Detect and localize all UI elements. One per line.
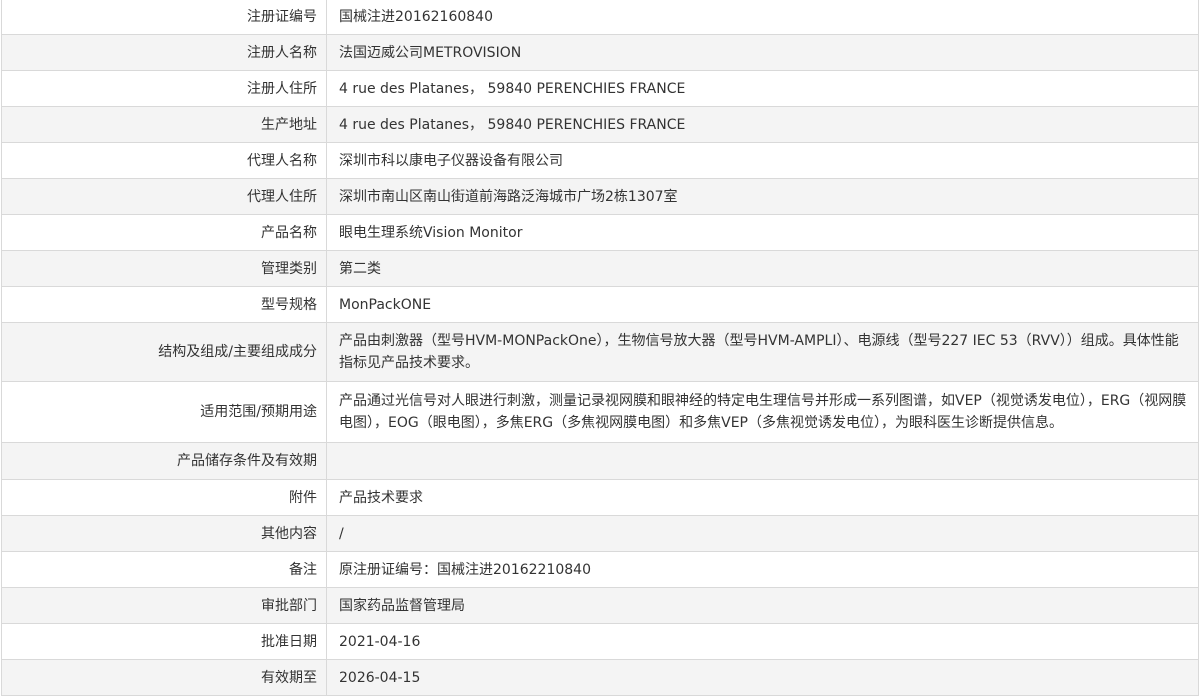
table-row: 产品名称 眼电生理系统Vision Monitor xyxy=(1,214,1199,251)
table-row: 适用范围/预期用途 产品通过光信号对人眼进行刺激，测量记录视网膜和眼神经的特定电… xyxy=(1,381,1199,443)
field-value-approval-department: 国家药品监督管理局 xyxy=(326,587,1199,624)
table-row: 审批部门 国家药品监督管理局 xyxy=(1,587,1199,624)
field-label-approval-department: 审批部门 xyxy=(1,587,327,624)
field-label-agent-address: 代理人住所 xyxy=(1,178,327,215)
field-value-intended-use: 产品通过光信号对人眼进行刺激，测量记录视网膜和眼神经的特定电生理信号并形成一系列… xyxy=(326,381,1199,443)
table-row: 备注 原注册证编号：国械注进20162210840 xyxy=(1,551,1199,588)
field-value-production-address: 4 rue des Platanes， 59840 PERENCHIES FRA… xyxy=(326,106,1199,143)
field-label-approval-date: 批准日期 xyxy=(1,623,327,660)
field-value-agent-name: 深圳市科以康电子仪器设备有限公司 xyxy=(326,142,1199,179)
table-row: 附件 产品技术要求 xyxy=(1,479,1199,516)
field-label-valid-until: 有效期至 xyxy=(1,659,327,696)
field-value-product-name: 眼电生理系统Vision Monitor xyxy=(326,214,1199,251)
field-value-remarks: 原注册证编号：国械注进20162210840 xyxy=(326,551,1199,588)
field-value-storage-validity xyxy=(326,442,1199,480)
table-row: 代理人名称 深圳市科以康电子仪器设备有限公司 xyxy=(1,142,1199,179)
field-label-structure-composition: 结构及组成/主要组成成分 xyxy=(1,322,327,382)
field-label-management-category: 管理类别 xyxy=(1,250,327,287)
field-value-model-spec: MonPackONE xyxy=(326,286,1199,323)
table-row: 管理类别 第二类 xyxy=(1,250,1199,287)
registration-detail-table: 注册证编号 国械注进20162160840 注册人名称 法国迈威公司METROV… xyxy=(1,0,1199,696)
table-row: 产品储存条件及有效期 xyxy=(1,442,1199,480)
field-label-attachments: 附件 xyxy=(1,479,327,516)
table-row: 注册证编号 国械注进20162160840 xyxy=(1,0,1199,35)
table-row: 注册人住所 4 rue des Platanes， 59840 PERENCHI… xyxy=(1,70,1199,107)
field-label-registrant-address: 注册人住所 xyxy=(1,70,327,107)
field-value-other-content: / xyxy=(326,515,1199,552)
field-label-product-name: 产品名称 xyxy=(1,214,327,251)
field-value-registrant-name: 法国迈威公司METROVISION xyxy=(326,34,1199,71)
field-value-attachments: 产品技术要求 xyxy=(326,479,1199,516)
field-value-management-category: 第二类 xyxy=(326,250,1199,287)
table-row: 其他内容 / xyxy=(1,515,1199,552)
table-row: 批准日期 2021-04-16 xyxy=(1,623,1199,660)
field-value-structure-composition: 产品由刺激器（型号HVM-MONPackOne），生物信号放大器（型号HVM-A… xyxy=(326,322,1199,382)
table-row: 结构及组成/主要组成成分 产品由刺激器（型号HVM-MONPackOne），生物… xyxy=(1,322,1199,382)
table-row: 型号规格 MonPackONE xyxy=(1,286,1199,323)
field-label-registration-number: 注册证编号 xyxy=(1,0,327,35)
field-value-registrant-address: 4 rue des Platanes， 59840 PERENCHIES FRA… xyxy=(326,70,1199,107)
table-row: 注册人名称 法国迈威公司METROVISION xyxy=(1,34,1199,71)
field-value-agent-address: 深圳市南山区南山街道前海路泛海城市广场2栋1307室 xyxy=(326,178,1199,215)
table-row: 代理人住所 深圳市南山区南山街道前海路泛海城市广场2栋1307室 xyxy=(1,178,1199,215)
field-label-model-spec: 型号规格 xyxy=(1,286,327,323)
field-value-valid-until: 2026-04-15 xyxy=(326,659,1199,696)
field-label-production-address: 生产地址 xyxy=(1,106,327,143)
field-value-registration-number: 国械注进20162160840 xyxy=(326,0,1199,35)
field-label-registrant-name: 注册人名称 xyxy=(1,34,327,71)
field-label-remarks: 备注 xyxy=(1,551,327,588)
field-label-storage-validity: 产品储存条件及有效期 xyxy=(1,442,327,480)
field-label-intended-use: 适用范围/预期用途 xyxy=(1,381,327,443)
table-row: 生产地址 4 rue des Platanes， 59840 PERENCHIE… xyxy=(1,106,1199,143)
field-label-agent-name: 代理人名称 xyxy=(1,142,327,179)
field-value-approval-date: 2021-04-16 xyxy=(326,623,1199,660)
field-label-other-content: 其他内容 xyxy=(1,515,327,552)
table-row: 有效期至 2026-04-15 xyxy=(1,659,1199,696)
